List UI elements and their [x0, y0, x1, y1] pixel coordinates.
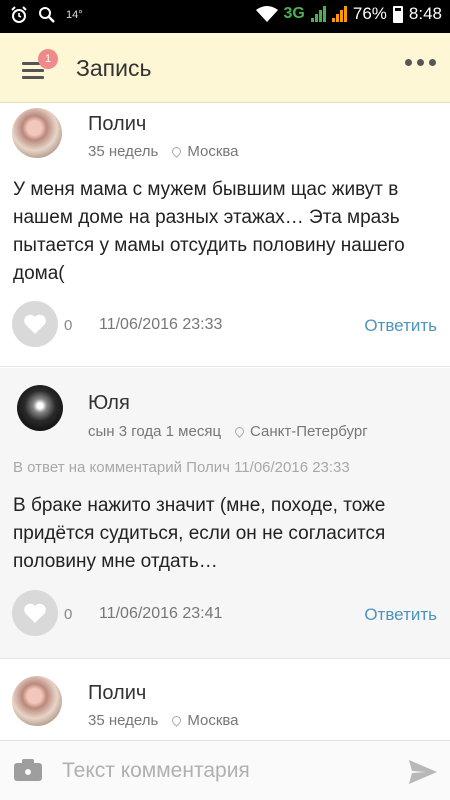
wifi-icon [255, 5, 278, 22]
avatar[interactable] [12, 676, 62, 726]
heart-icon [24, 314, 46, 334]
comment-input[interactable] [62, 755, 392, 787]
comment-meta: 35 недель Москва [88, 712, 239, 729]
clock: 8:48 [408, 4, 442, 23]
battery-percent: 76% [352, 4, 387, 23]
like-button[interactable] [12, 590, 58, 636]
battery-icon [392, 5, 403, 23]
reply-button[interactable]: Ответить [364, 316, 437, 336]
menu-button[interactable]: 1 [18, 49, 58, 83]
comment: Полич 35 недель Москва У меня мама с муж… [0, 104, 450, 367]
location-pin-icon [170, 714, 184, 727]
like-count: 0 [64, 317, 73, 334]
signal-2-icon [331, 6, 347, 22]
avatar[interactable] [17, 385, 63, 431]
child-age: 35 недель [88, 143, 159, 160]
heart-icon [24, 603, 46, 623]
comment-input-bar [0, 740, 450, 800]
location-pin-icon [170, 145, 184, 158]
comment-date: 11/06/2016 23:41 [99, 605, 223, 622]
comment-meta: 35 недель Москва [88, 143, 239, 160]
more-options-button[interactable] [405, 59, 436, 66]
comment-author[interactable]: Юля [88, 392, 130, 415]
temperature: 14° [66, 9, 83, 21]
location: Санкт-Петербург [250, 423, 368, 440]
reply-to-link[interactable]: В ответ на комментарий Полич 11/06/2016 … [13, 459, 350, 476]
like-count: 0 [64, 606, 73, 623]
comment-meta: сын 3 года 1 месяц Санкт-Петербург [88, 423, 368, 440]
comment-body: В браке нажито значит (мне, походе, тоже… [13, 495, 386, 572]
reply-button[interactable]: Ответить [364, 605, 437, 625]
network-type: 3G [283, 5, 305, 22]
comment: Юля сын 3 года 1 месяц Санкт-Петербург В… [0, 368, 450, 659]
child-age: 35 недель [88, 712, 159, 729]
search-icon [39, 7, 55, 23]
like-button[interactable] [12, 301, 58, 347]
comment-author[interactable]: Полич [88, 113, 146, 136]
comment-author[interactable]: Полич [88, 682, 146, 705]
comment-body: У меня мама с мужем бывшим щас живут в н… [13, 179, 405, 284]
alarm-icon [11, 6, 27, 23]
location: Москва [187, 143, 239, 160]
app-bar: 1 Запись [0, 33, 450, 103]
signal-icon [310, 6, 326, 22]
status-bar: 14° 3G 76% 8:48 [0, 0, 450, 33]
notification-badge: 1 [38, 49, 58, 69]
comment-date: 11/06/2016 23:33 [99, 316, 223, 333]
avatar[interactable] [12, 108, 62, 158]
comment: Полич 35 недель Москва [0, 660, 450, 740]
location-pin-icon [233, 425, 246, 438]
child-age: сын 3 года 1 месяц [88, 423, 222, 440]
send-icon[interactable] [408, 759, 438, 785]
location: Москва [187, 712, 239, 729]
page-title: Запись [76, 55, 152, 81]
camera-icon[interactable] [14, 759, 42, 781]
